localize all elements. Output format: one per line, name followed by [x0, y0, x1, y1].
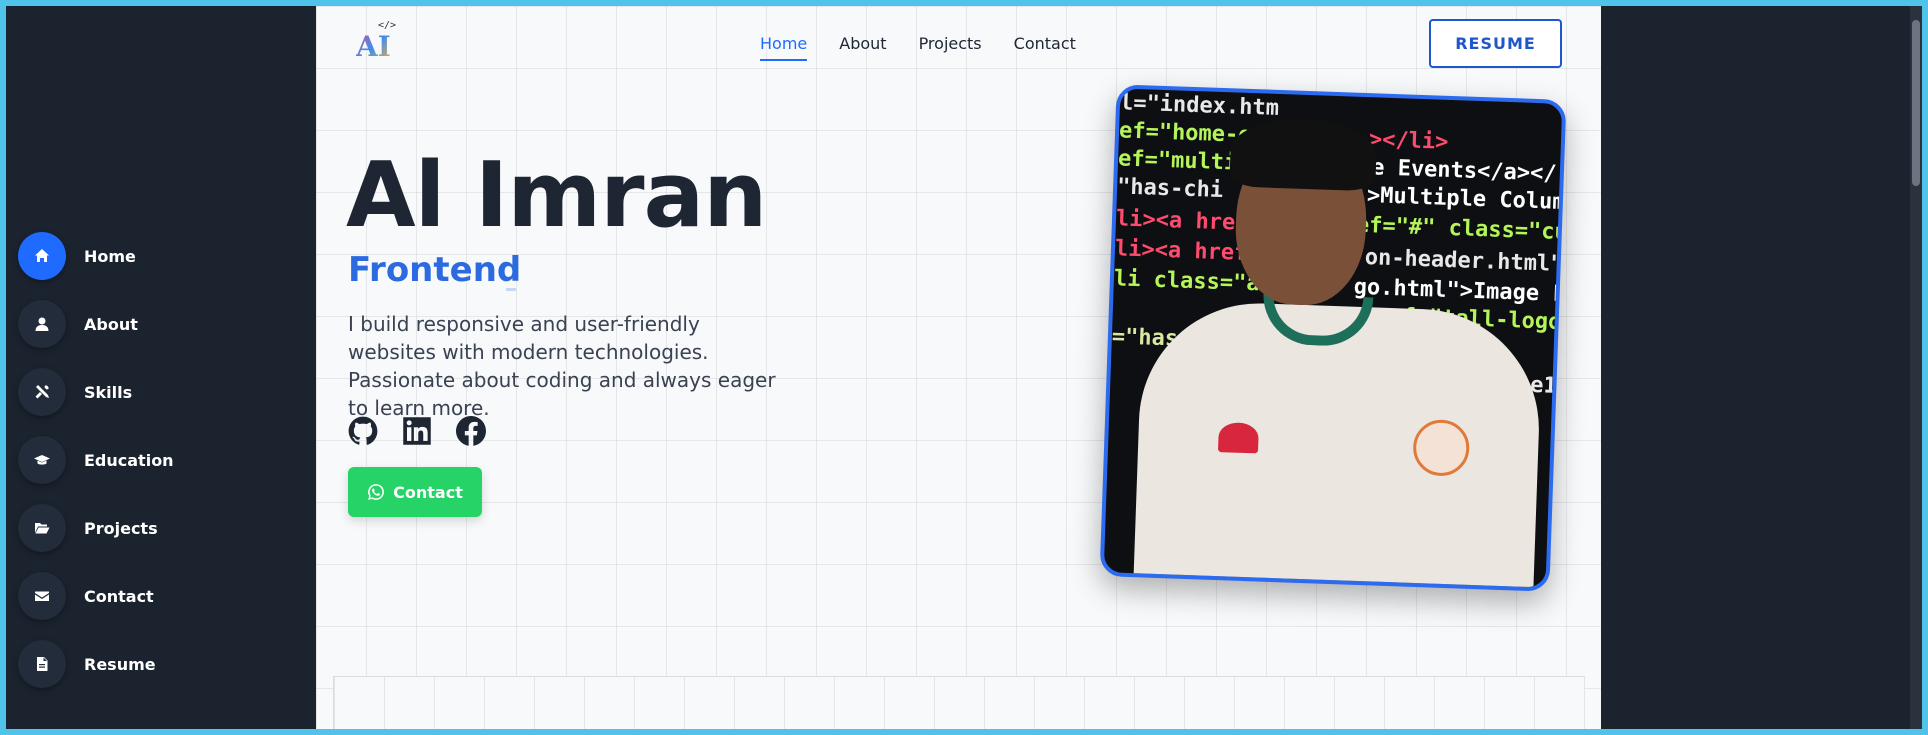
code-line: ef="#" class="curr [1355, 212, 1567, 247]
whatsapp-icon [368, 484, 385, 500]
code-line: l="index.htm [1119, 90, 1280, 121]
sidebar-item-projects[interactable]: Projects [18, 504, 158, 552]
logo-text: AI [356, 30, 391, 63]
sidebar: Home About Skills Education Projects Con… [6, 6, 316, 729]
person-hair [1229, 116, 1378, 192]
top-navbar: </> AI Home About Projects Contact RESUM… [316, 6, 1601, 76]
social-links [348, 415, 486, 446]
resume-button[interactable]: RESUME [1429, 19, 1562, 68]
code-line: li><a href [1115, 206, 1249, 236]
code-line: me Events</a></ [1357, 154, 1557, 187]
home-icon [18, 232, 66, 280]
folder-open-icon [18, 504, 66, 552]
file-icon [18, 640, 66, 688]
sidebar-item-label: About [84, 314, 138, 334]
code-line: li><a href [1114, 236, 1248, 266]
sidebar-item-contact[interactable]: Contact [18, 572, 154, 620]
scrollbar[interactable] [1910, 6, 1922, 729]
sidebar-item-label: Projects [84, 518, 158, 538]
site-logo[interactable]: </> AI [356, 20, 396, 64]
sidebar-item-label: Home [84, 246, 136, 266]
nav-links: Home About Projects Contact [760, 34, 1108, 61]
sidebar-item-resume[interactable]: Resume [18, 640, 156, 688]
nav-link-about[interactable]: About [839, 34, 886, 53]
nav-link-home[interactable]: Home [760, 34, 808, 61]
hero-description: I build responsive and user-friendly web… [348, 312, 776, 420]
browser-frame: Home About Skills Education Projects Con… [6, 6, 1922, 729]
sidebar-item-education[interactable]: Education [18, 436, 174, 484]
profile-photo: l="index.htm ef="home-e ef="multi "has-c… [1099, 84, 1567, 592]
lotus-emblem [1217, 422, 1259, 454]
linkedin-icon[interactable] [402, 416, 432, 446]
main-panel: </> AI Home About Projects Contact RESUM… [316, 6, 1601, 729]
next-section-preview [333, 676, 1585, 729]
facebook-icon[interactable] [456, 415, 486, 446]
code-line: on-header.html">Ta [1364, 245, 1567, 279]
hero-role: Frontend [348, 250, 522, 290]
hero-name: Al Imran [346, 143, 767, 248]
sidebar-item-home[interactable]: Home [18, 232, 136, 280]
code-line: ></li> [1368, 127, 1449, 155]
right-margin [1601, 6, 1922, 729]
nav-link-contact[interactable]: Contact [1014, 34, 1076, 53]
scrollbar-thumb[interactable] [1912, 20, 1920, 186]
sidebar-item-label: Contact [84, 586, 154, 606]
sidebar-item-label: Skills [84, 382, 133, 402]
sidebar-item-label: Education [84, 450, 174, 470]
sidebar-item-skills[interactable]: Skills [18, 368, 132, 416]
github-icon[interactable] [348, 416, 378, 446]
envelope-icon [18, 572, 66, 620]
contact-button[interactable]: Contact [348, 467, 482, 517]
tools-icon [18, 368, 66, 416]
user-icon [18, 300, 66, 348]
contact-button-label: Contact [393, 482, 463, 502]
code-line: "has-chi [1116, 174, 1224, 204]
code-line: ef="multi [1117, 146, 1238, 176]
sidebar-item-label: Resume [84, 654, 156, 674]
graduation-cap-icon [18, 436, 66, 484]
typing-cursor [506, 288, 516, 291]
sidebar-item-about[interactable]: About [18, 300, 138, 348]
code-line: >Multiple Column [1366, 183, 1567, 216]
nav-link-projects[interactable]: Projects [919, 34, 982, 53]
